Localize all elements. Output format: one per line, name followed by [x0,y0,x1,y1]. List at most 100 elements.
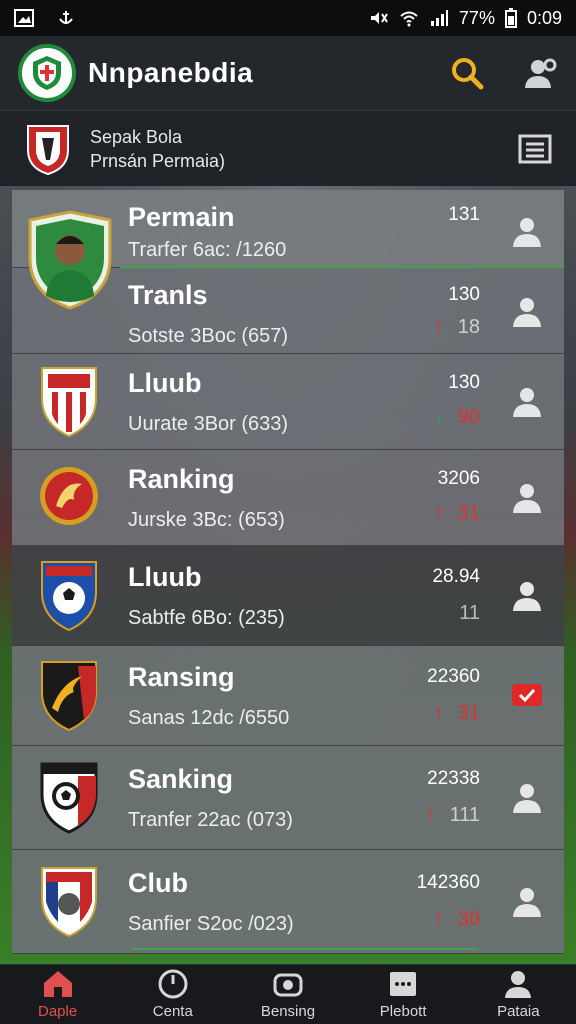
row-delta: ↑ 31 [434,502,480,525]
league-header[interactable]: Sepak Bola Prnsán Permaia) [0,110,576,186]
trend-up-icon: ↑ [433,908,444,930]
row-subtitle: Uurate 3Bor (633) [128,413,289,435]
row-subtitle: Tranfer 22ac (073) [128,809,293,831]
row-subtitle: Trarfer 6ac: /1260 [128,239,287,261]
list-item[interactable]: Ranking Jurske 3Bc: (653) 3206 ↑ 31 [12,450,564,546]
row-title: Tranls [128,280,208,310]
nav-item-centa[interactable]: Centa [123,969,223,1020]
signal-icon [430,10,448,26]
row-title: Club [128,868,188,898]
league-badge-icon [27,124,69,175]
wifi-icon [400,11,418,27]
row-subtitle: Sotste 3Boc (657) [128,325,289,347]
row-number: 130 [448,284,480,305]
gallery-icon [14,9,34,27]
person-icon[interactable] [510,384,544,418]
user-settings-icon[interactable] [522,56,558,90]
list-item[interactable]: Club Sanfier S2oc /023) 142360 ↑ 30 [12,850,564,954]
row-number: 28.94 [432,566,480,587]
row-delta-value: 31 [457,502,480,524]
nav-label: Bensing [260,1003,316,1020]
trend-up-icon: ↑ [433,316,444,338]
club-crest-icon [41,867,97,938]
clock-time: 0:09 [526,7,562,28]
nav-label: Centa [152,1003,193,1020]
list-item[interactable]: Lluub Uurate 3Bor (633) 130 ↓ 90 [12,354,564,450]
row-number: 142360 [416,872,480,893]
league-subtitle: Prnsán Permaia) [90,150,226,171]
nav-label: Daple [37,1003,78,1020]
row-delta-value: 18 [457,316,480,338]
row-subtitle: Sabtfe 6Bo: (235) [128,607,285,629]
nav-item-bensing[interactable]: Bensing [238,969,338,1020]
row-delta-value: 111 [449,804,480,826]
status-bar: 77% 0:09 [0,0,576,36]
message-icon [390,972,417,996]
app-logo[interactable] [18,44,76,102]
battery-icon [504,8,517,28]
nav-label: Plebott [379,1003,427,1020]
trend-down-icon: ↓ [433,406,444,428]
search-icon[interactable] [450,56,484,90]
row-title: Ranking [128,464,235,494]
row-number: 22360 [427,666,480,687]
list-item[interactable]: Ransing Sanas 12dc /6550 22360 ↑ 31 [12,646,564,746]
app-title: Nnpanebdia [88,57,254,88]
list-end-divider [132,948,478,950]
row-title: Permain [128,202,235,232]
profile-icon [505,971,532,998]
row-delta: ↑ 31 [434,702,480,725]
club-crest-icon [40,762,98,834]
person-icon[interactable] [510,294,544,328]
club-crest-icon [41,367,97,438]
list-menu-icon[interactable] [518,134,552,164]
row-delta: ↓ 90 [434,406,480,429]
row-delta: ↑ 18 [434,316,480,339]
person-icon[interactable] [510,884,544,918]
row-delta-value: 30 [457,908,480,930]
trend-up-icon: ↑ [433,702,444,724]
person-icon[interactable] [510,480,544,514]
club-crest-icon [28,210,112,310]
row-number: 3206 [437,468,480,489]
nav-label: Pataia [497,1003,540,1020]
row-delta: ↑ 30 [434,908,480,931]
club-crest-icon [33,56,61,90]
row-delta-value: 90 [457,406,480,428]
trend-up-icon: ↑ [425,804,436,826]
list-item[interactable]: Lluub Sabtfe 6Bo: (235) 28.94 11 [12,546,564,646]
row-number: 130 [448,372,480,393]
clock-icon [158,969,188,999]
row-delta: ↑ 111 [426,804,480,827]
camera-icon [273,973,303,997]
row-subtitle: Jurske 3Bc: (653) [128,509,285,531]
row-subtitle: Sanfier S2oc /023) [128,913,294,935]
row-number: 131 [448,204,480,225]
checked-checkbox-icon[interactable] [510,678,544,712]
mute-icon [370,12,388,24]
row-title: Lluub [128,368,202,398]
list-item[interactable]: Sanking Tranfer 22ac (073) 22338 ↑ 111 [12,746,564,850]
row-delta: 11 [459,602,480,624]
league-title: Sepak Bola [90,126,183,147]
person-icon[interactable] [510,214,544,248]
nav-item-home[interactable]: Daple [8,969,108,1020]
nav-item-pataia[interactable]: Pataia [468,969,568,1020]
club-crest-icon [40,467,98,525]
bottom-nav: Daple Centa Bensing Plebott Pataia [0,964,576,1024]
person-icon[interactable] [510,780,544,814]
row-delta-value: 31 [457,702,480,724]
person-icon[interactable] [510,578,544,612]
nav-item-plebott[interactable]: Plebott [353,969,453,1020]
ranking-list: Permain Trarfer 6ac: /1260 131 Tranls So… [12,190,564,960]
home-icon [43,971,72,997]
club-crest-icon [41,661,97,732]
trend-up-icon: ↑ [433,502,444,524]
row-title: Lluub [128,562,202,592]
club-crest-icon [41,561,97,632]
row-title: Sanking [128,764,234,794]
row-number: 22338 [427,768,480,789]
row-subtitle: Sanas 12dc /6550 [128,707,290,729]
battery-percent: 77% [458,7,495,28]
app-bar: Nnpanebdia [0,36,576,110]
